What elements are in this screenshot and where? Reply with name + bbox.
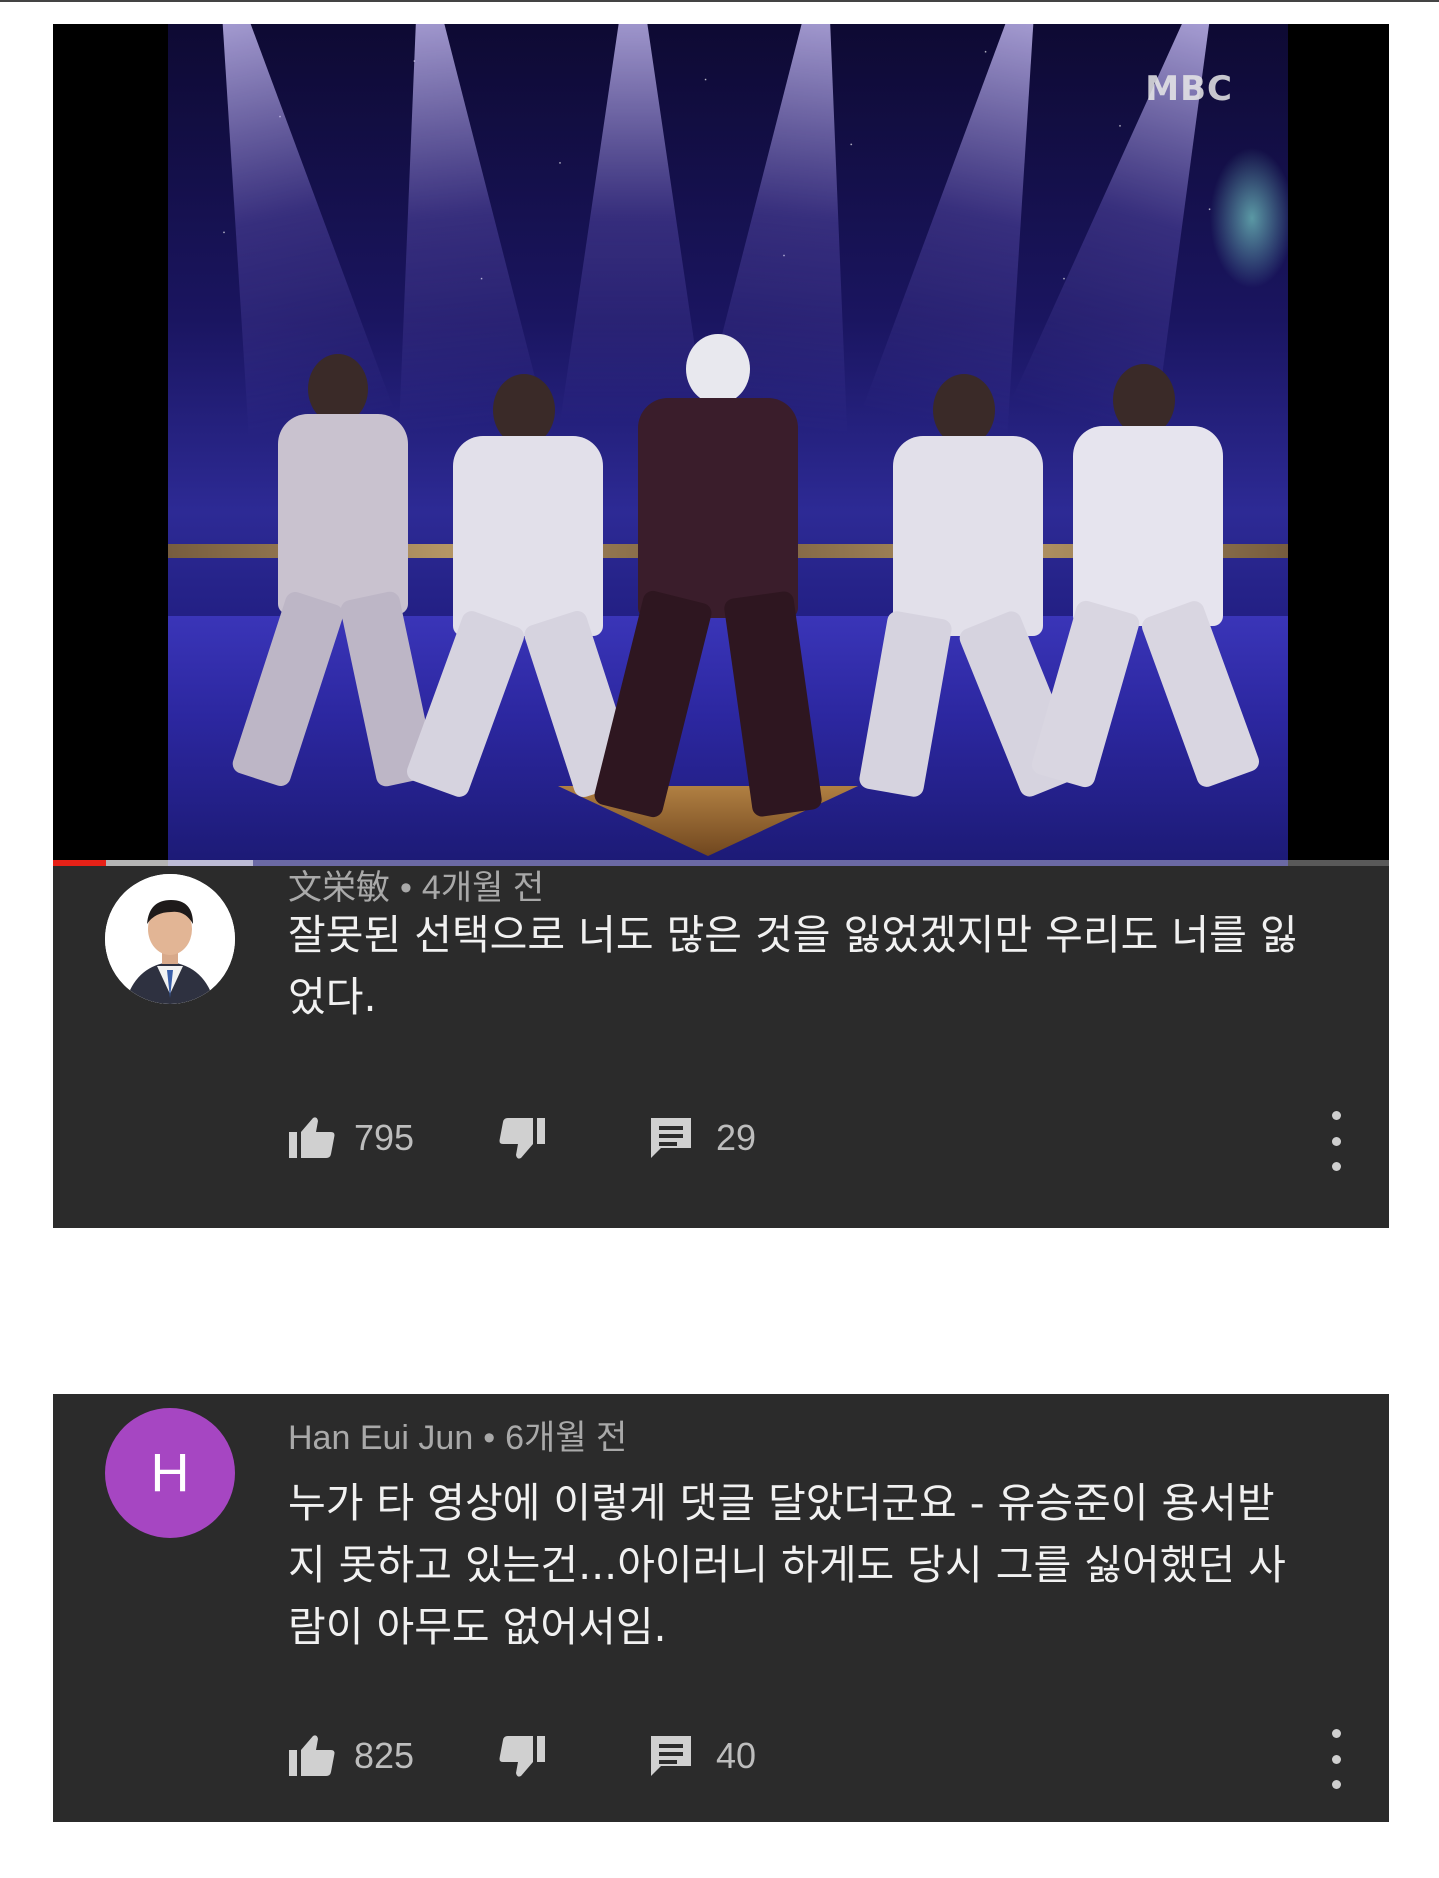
comment-card: 文栄敏 • 4개월 전 잘못된 선택으로 너도 많은 것을 잃었겠지만 우리도 너를… bbox=[53, 866, 1389, 1228]
dislike-button[interactable] bbox=[496, 1113, 546, 1163]
more-options-button[interactable] bbox=[1321, 1729, 1351, 1789]
reply-button[interactable] bbox=[646, 1113, 696, 1163]
reply-comment-icon bbox=[651, 1118, 691, 1158]
like-button[interactable] bbox=[288, 1731, 338, 1781]
more-vertical-icon bbox=[1331, 1136, 1341, 1146]
dislike-button[interactable] bbox=[496, 1731, 546, 1781]
reply-count[interactable]: 29 bbox=[716, 1117, 756, 1159]
like-count: 795 bbox=[354, 1117, 415, 1158]
thumbs-up-icon bbox=[289, 1117, 335, 1158]
reply-count[interactable]: 40 bbox=[716, 1735, 756, 1777]
more-vertical-icon bbox=[1331, 1754, 1341, 1764]
avatar[interactable]: H bbox=[105, 1408, 235, 1538]
top-divider bbox=[0, 0, 1439, 2]
more-vertical-icon bbox=[1331, 1729, 1341, 1738]
meta-separator: • bbox=[483, 1419, 496, 1457]
more-options-button[interactable] bbox=[1321, 1111, 1351, 1171]
comment-meta: Han Eui Jun • 6개월 전 bbox=[288, 1410, 627, 1459]
thumbs-down-icon bbox=[499, 1736, 545, 1777]
comment-meta: 文栄敏 • 4개월 전 bbox=[288, 860, 544, 909]
comment-author[interactable]: 文栄敏 bbox=[288, 869, 390, 907]
video-player[interactable]: MBC bbox=[53, 24, 1389, 866]
stage-palm-decoration bbox=[1198, 114, 1288, 374]
lead-dancer bbox=[592, 334, 828, 820]
comment-time[interactable]: 6개월 전 bbox=[505, 1419, 627, 1457]
more-vertical-icon bbox=[1331, 1162, 1341, 1171]
reply-button[interactable] bbox=[646, 1731, 696, 1781]
comment-actions: 825 40 bbox=[288, 1728, 756, 1784]
video-frame[interactable]: MBC bbox=[168, 24, 1288, 866]
like-count: 825 bbox=[354, 1735, 415, 1776]
comment-text: 누가 타 영상에 이렇게 댓글 달았더군요 - 유승준이 용서받지 못하고 있는… bbox=[288, 1479, 1286, 1651]
meta-separator: • bbox=[400, 869, 412, 907]
reply-comment-icon bbox=[651, 1736, 691, 1776]
comment-card: H Han Eui Jun • 6개월 전 누가 타 영상에 이렇게 댓글 달았더군… bbox=[53, 1394, 1389, 1822]
more-vertical-icon bbox=[1331, 1780, 1341, 1789]
thumbs-down-icon bbox=[499, 1118, 545, 1159]
comment-text: 잘못된 선택으로 너도 많은 것을 잃었겠지만 우리도 너를 잃었다. bbox=[288, 911, 1298, 1021]
mbc-watermark: MBC bbox=[1145, 69, 1233, 109]
like-button[interactable] bbox=[288, 1113, 338, 1163]
profile-photo-icon bbox=[105, 874, 235, 1004]
dancer bbox=[1028, 364, 1262, 794]
comment-actions: 795 29 bbox=[288, 1110, 756, 1166]
comment-time[interactable]: 4개월 전 bbox=[422, 869, 544, 907]
thumbs-up-icon bbox=[289, 1735, 335, 1776]
avatar[interactable] bbox=[105, 874, 235, 1004]
comment-author[interactable]: Han Eui Jun bbox=[288, 1419, 473, 1457]
more-vertical-icon bbox=[1331, 1111, 1341, 1120]
